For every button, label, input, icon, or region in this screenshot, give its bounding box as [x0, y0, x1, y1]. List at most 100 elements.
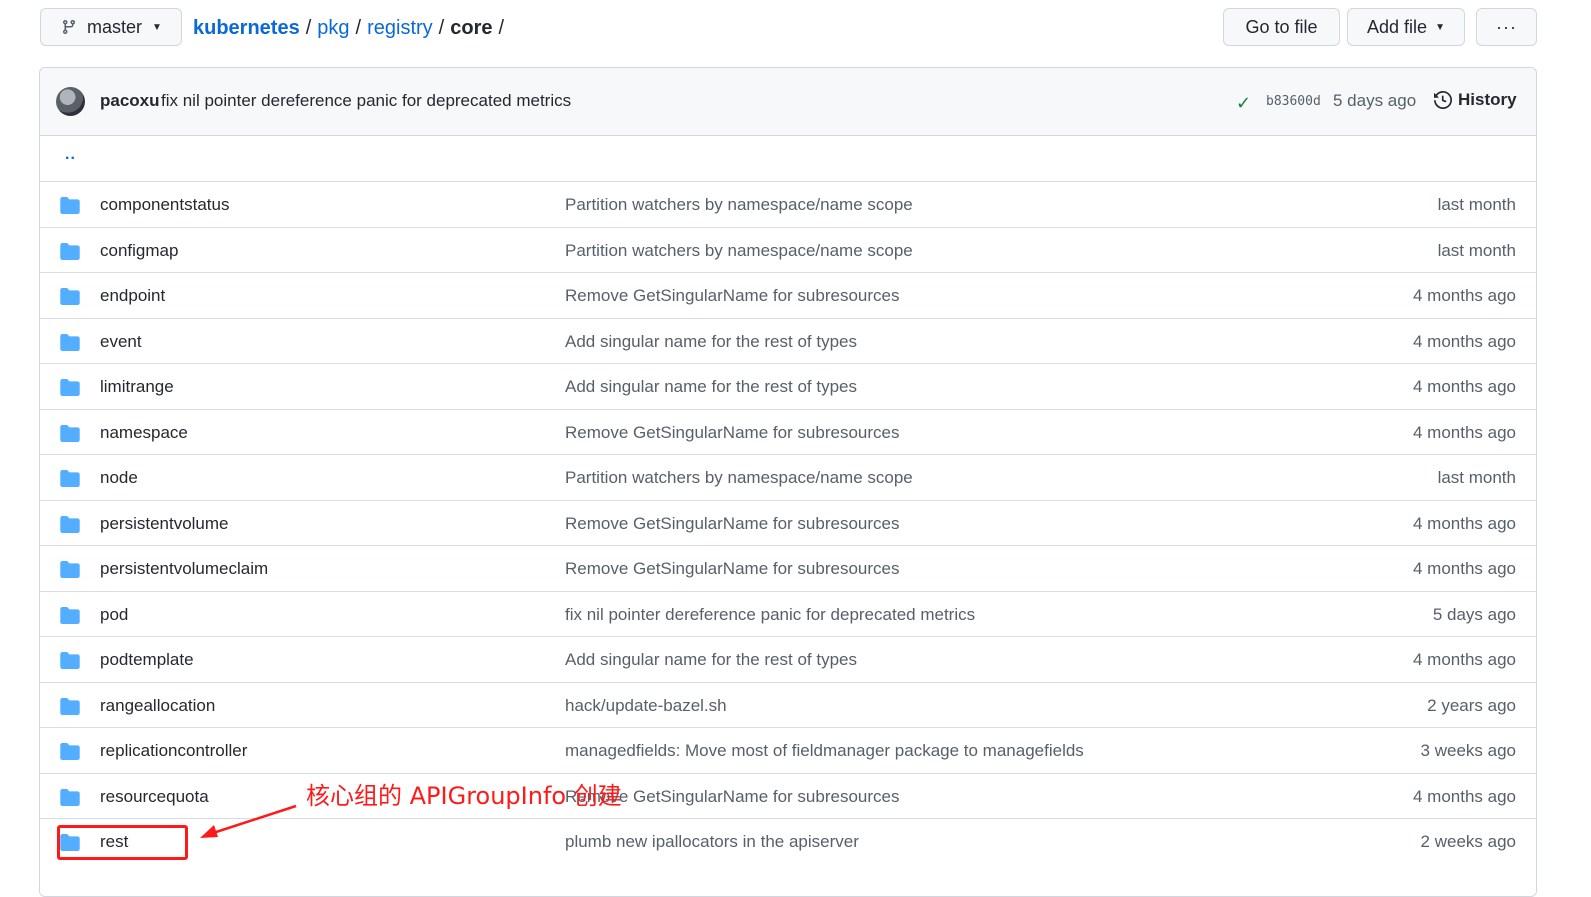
breadcrumb-repo-link[interactable]: kubernetes	[193, 17, 300, 40]
file-row[interactable]: limitrange Add singular name for the rest…	[40, 363, 1536, 409]
history-icon	[1434, 91, 1452, 109]
breadcrumb-link-registry[interactable]: registry	[367, 17, 433, 40]
folder-icon	[60, 470, 80, 492]
commit-age: 2 years ago	[1427, 695, 1516, 715]
branch-selector[interactable]: master ▼	[40, 8, 182, 46]
commit-message-link[interactable]: Partition watchers by namespace/name sco…	[565, 195, 913, 215]
breadcrumb-separator: /	[438, 16, 445, 39]
file-rows: componentstatus Partition watchers by nam…	[40, 181, 1536, 864]
commit-age: 4 months ago	[1412, 559, 1516, 578]
go-to-file-button[interactable]: Go to file	[1223, 8, 1340, 46]
commit-message-link[interactable]: Add singular name for the rest of types	[565, 650, 857, 670]
annotation-arrow-icon	[200, 804, 297, 838]
file-name-link[interactable]: rangeallocation	[100, 696, 215, 716]
commit-age: 4 months ago	[1412, 286, 1516, 305]
latest-commit-bar: pacoxu fix nil pointer dereference panic…	[40, 68, 1536, 136]
commit-time: 5 days ago	[1333, 91, 1417, 110]
commit-age: 2 weeks ago	[1420, 832, 1516, 851]
commit-message-link[interactable]: Remove GetSingularName for subresources	[565, 423, 899, 443]
file-row[interactable]: persistentvolumeclaim Remove GetSingularN…	[40, 545, 1536, 591]
commit-age: last month	[1437, 195, 1516, 214]
commit-age: 5 days ago	[1432, 604, 1516, 624]
commit-sha[interactable]: b83600d	[1266, 94, 1321, 109]
commit-age: 4 months ago	[1412, 786, 1516, 806]
commit-message-link[interactable]: fix nil pointer dereference panic for de…	[565, 605, 975, 625]
go-to-file-label: Go to file	[1245, 16, 1318, 37]
file-row[interactable]: replicationcontroller managedfields: Move…	[40, 727, 1536, 773]
add-file-button[interactable]: Add file ▼	[1347, 8, 1465, 46]
annotation-highlight-box	[57, 825, 188, 860]
folder-icon	[60, 288, 80, 310]
file-name-link[interactable]: pod	[100, 605, 128, 625]
commit-author[interactable]: pacoxu	[100, 91, 160, 111]
file-name-link[interactable]: event	[100, 332, 142, 352]
file-row[interactable]: rangeallocation hack/update-bazel.sh 2 yea…	[40, 681, 1536, 728]
file-name-link[interactable]: node	[100, 468, 138, 488]
chevron-down-icon: ▼	[1435, 21, 1445, 33]
commit-message-link[interactable]: Remove GetSingularName for subresources	[565, 559, 899, 579]
file-name-link[interactable]: persistentvolume	[100, 514, 229, 534]
folder-icon	[60, 652, 80, 674]
folder-icon	[60, 242, 80, 265]
folder-icon	[60, 197, 80, 219]
breadcrumb-separator: /	[498, 16, 505, 39]
breadcrumb-link-pkg[interactable]: pkg	[317, 17, 349, 40]
folder-icon	[60, 743, 80, 765]
commit-age: 4 months ago	[1412, 331, 1516, 351]
parent-directory-row[interactable]: ..	[40, 136, 1536, 181]
chevron-down-icon: ▼	[152, 21, 162, 33]
file-row[interactable]: configmap Partition watchers by namespace…	[40, 226, 1536, 273]
commit-message-link[interactable]: hack/update-bazel.sh	[565, 696, 727, 716]
commit-message-link[interactable]: Add singular name for the rest of types	[565, 332, 857, 352]
folder-icon	[60, 606, 80, 629]
file-row[interactable]: event Add singular name for the rest of t…	[40, 317, 1536, 364]
commit-message-link[interactable]: Partition watchers by namespace/name sco…	[565, 241, 913, 261]
commit-age: 4 months ago	[1412, 422, 1516, 442]
file-row[interactable]: persistentvolume Remove GetSingularName f…	[40, 499, 1536, 546]
commit-age: 4 months ago	[1412, 650, 1516, 669]
folder-icon	[60, 424, 80, 447]
parent-directory-link[interactable]: ..	[65, 146, 76, 164]
commit-message-link[interactable]: Remove GetSingularName for subresources	[565, 514, 899, 534]
commit-age: last month	[1437, 468, 1516, 487]
breadcrumb-separator: /	[305, 16, 312, 39]
folder-icon	[60, 515, 80, 538]
commit-message[interactable]: fix nil pointer dereference panic for de…	[161, 91, 571, 111]
commit-message-link[interactable]: Remove GetSingularName for subresources	[565, 286, 899, 306]
history-link[interactable]: History	[1434, 90, 1517, 110]
commit-message-link[interactable]: managedfields: Move most of fieldmanager…	[565, 741, 1084, 761]
commit-age: 3 weeks ago	[1420, 741, 1516, 760]
file-row[interactable]: endpoint Remove GetSingularName for subre…	[40, 272, 1536, 318]
avatar[interactable]	[56, 87, 85, 116]
top-bar: master ▼ kubernetes / pkg / registry / c…	[40, 8, 1537, 48]
folder-icon	[60, 788, 80, 811]
file-row[interactable]: podtemplate Add singular name for the res…	[40, 636, 1536, 682]
check-icon[interactable]: ✓	[1236, 93, 1251, 114]
commit-age: 4 months ago	[1412, 377, 1516, 396]
git-branch-icon	[62, 20, 75, 35]
more-options-button[interactable]: ···	[1476, 8, 1537, 46]
file-name-link[interactable]: replicationcontroller	[100, 741, 247, 761]
file-name-link[interactable]: namespace	[100, 423, 188, 443]
commit-message-link[interactable]: Partition watchers by namespace/name sco…	[565, 468, 913, 488]
commit-age: 4 months ago	[1412, 513, 1516, 533]
file-row[interactable]: node Partition watchers by namespace/name…	[40, 454, 1536, 500]
branch-label: master	[87, 16, 143, 37]
breadcrumb: kubernetes / pkg / registry / core /	[193, 8, 510, 48]
file-row[interactable]: componentstatus Partition watchers by nam…	[40, 181, 1536, 227]
file-name-link[interactable]: resourcequota	[100, 787, 209, 807]
file-name-link[interactable]: limitrange	[100, 377, 174, 397]
file-row[interactable]: namespace Remove GetSingularName for subr…	[40, 408, 1536, 455]
file-name-link[interactable]: podtemplate	[100, 650, 194, 670]
history-label: History	[1458, 90, 1517, 109]
breadcrumb-current: core	[450, 16, 493, 39]
file-name-link[interactable]: endpoint	[100, 286, 165, 306]
commit-message-link[interactable]: plumb new ipallocators in the apiserver	[565, 832, 859, 852]
file-name-link[interactable]: configmap	[100, 241, 178, 261]
file-row[interactable]: pod fix nil pointer dereference panic for…	[40, 590, 1536, 637]
file-name-link[interactable]: persistentvolumeclaim	[100, 559, 268, 579]
commit-message-link[interactable]: Add singular name for the rest of types	[565, 377, 857, 397]
folder-icon	[60, 561, 80, 583]
file-name-link[interactable]: componentstatus	[100, 195, 229, 215]
folder-icon	[60, 697, 80, 720]
